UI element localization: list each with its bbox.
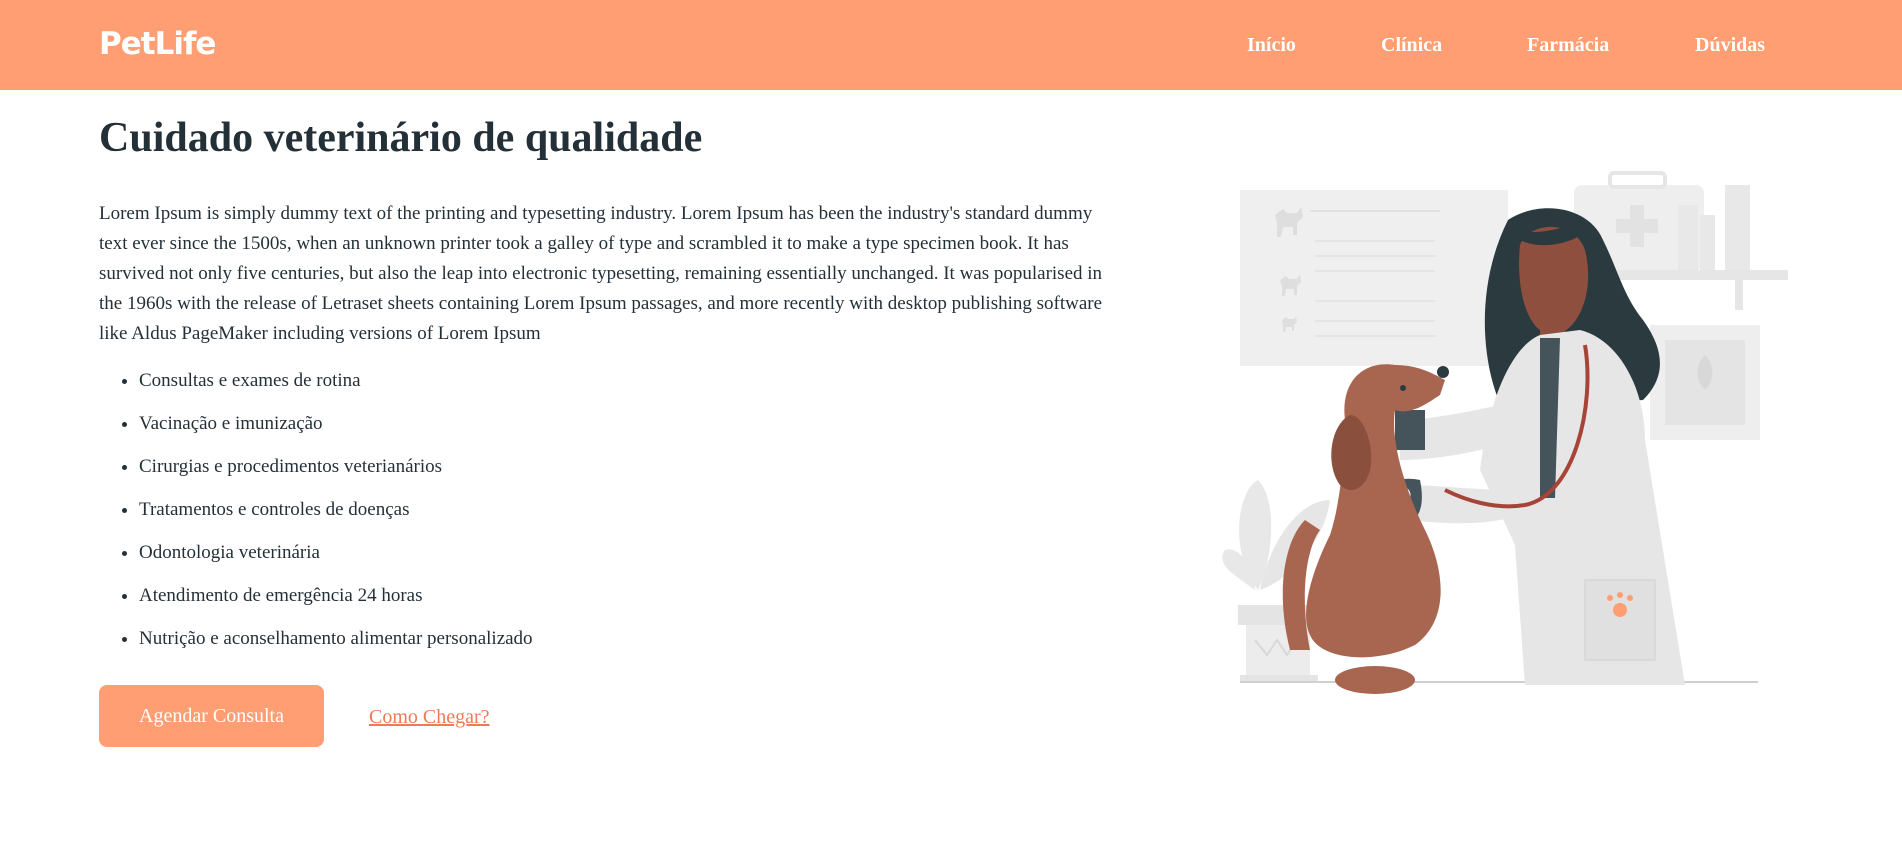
wall-panel [1240, 190, 1508, 366]
list-item: Atendimento de emergência 24 horas [139, 581, 533, 624]
list-item: Tratamentos e controles de doenças [139, 495, 533, 538]
list-item: Cirurgias e procedimentos veterianários [139, 452, 533, 495]
vet-with-dog-illustration [1222, 171, 1788, 694]
description-paragraph: Lorem Ipsum is simply dummy text of the … [99, 203, 1103, 344]
list-item: Odontologia veterinária [139, 538, 533, 581]
list-item: Nutrição e aconselhamento alimentar pers… [139, 624, 533, 667]
nav-link-clinica[interactable]: Clínica [1381, 30, 1442, 60]
schedule-appointment-button[interactable]: Agendar Consulta [99, 685, 324, 747]
services-list: Consultas e exames de rotina Vacinação e… [99, 366, 533, 667]
list-item: Vacinação e imunização [139, 409, 533, 452]
nav-link-duvidas[interactable]: Dúvidas [1695, 30, 1765, 60]
directions-link[interactable]: Como Chegar? [369, 703, 490, 731]
petlife-logo[interactable]: PetLife [99, 22, 216, 66]
nav-link-farmacia[interactable]: Farmácia [1527, 30, 1609, 60]
top-navbar: PetLife Início Clínica Farmácia Dúvidas [0, 0, 1902, 90]
page-title: Cuidado veterinário de qualidade [99, 115, 703, 161]
nav-link-inicio[interactable]: Início [1247, 30, 1296, 60]
picture-frame [1650, 325, 1760, 440]
list-item: Consultas e exames de rotina [139, 366, 533, 409]
